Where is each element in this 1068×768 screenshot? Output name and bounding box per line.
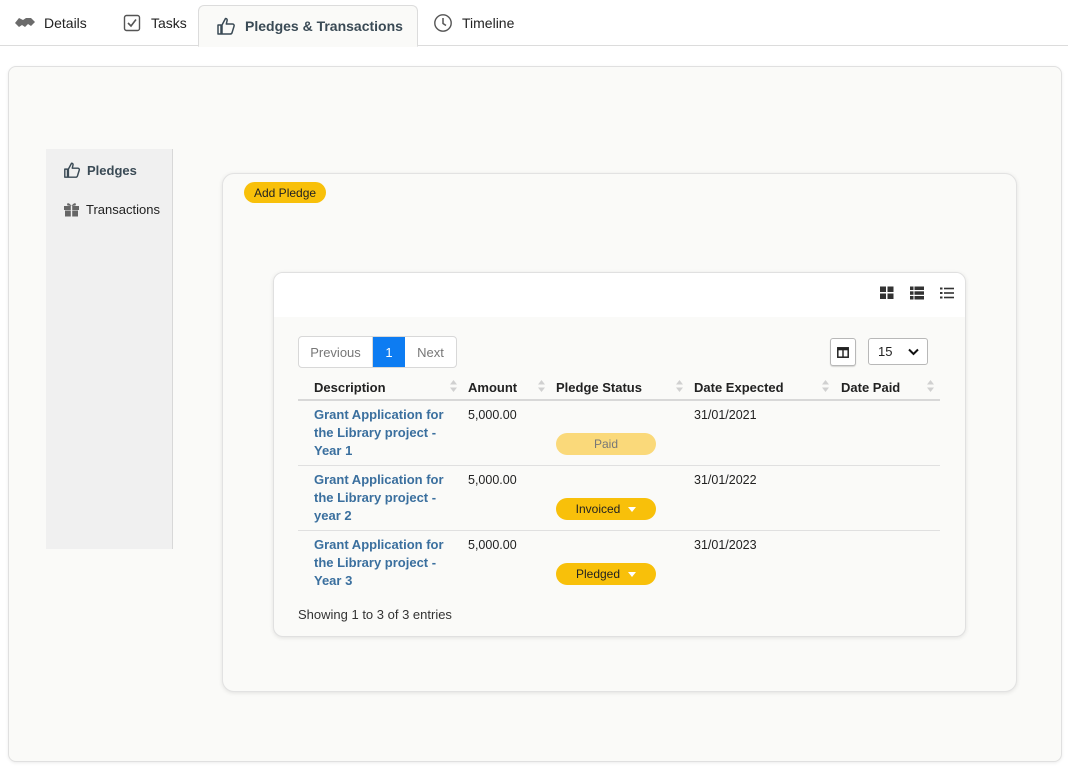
date-expected: 31/01/2023 bbox=[694, 538, 757, 552]
sort-icon bbox=[449, 378, 458, 394]
date-expected: 31/01/2021 bbox=[694, 408, 757, 422]
status-label: Pledged bbox=[575, 567, 621, 581]
column-header-pledge-status[interactable]: Pledge Status bbox=[556, 377, 642, 397]
table-header-divider bbox=[298, 399, 940, 401]
clock-icon bbox=[432, 12, 454, 34]
sidebar-item-transactions[interactable]: Transactions bbox=[63, 201, 160, 217]
tab-label: Tasks bbox=[151, 15, 187, 31]
add-pledge-button[interactable]: Add Pledge bbox=[244, 182, 327, 203]
column-header-description[interactable]: Description bbox=[314, 377, 386, 397]
pledge-description-link[interactable]: Grant Application for the Library projec… bbox=[314, 471, 454, 525]
thumbs-up-icon bbox=[215, 15, 237, 37]
pledge-amount: 5,000.00 bbox=[468, 408, 517, 422]
table-card-header bbox=[274, 273, 965, 317]
tab-timeline[interactable]: Timeline bbox=[432, 0, 514, 46]
tab-label: Pledges & Transactions bbox=[245, 18, 403, 34]
next-page-button[interactable]: Next bbox=[405, 337, 456, 367]
pledge-amount: 5,000.00 bbox=[468, 473, 517, 487]
sort-icon bbox=[821, 378, 830, 394]
list-detail-view-icon[interactable] bbox=[909, 285, 925, 301]
sidebar-item-label: Transactions bbox=[86, 201, 160, 217]
date-expected: 31/01/2022 bbox=[694, 473, 757, 487]
sidebar-item-label: Pledges bbox=[87, 162, 137, 178]
pledge-amount: 5,000.00 bbox=[468, 538, 517, 552]
column-header-amount[interactable]: Amount bbox=[468, 377, 517, 397]
tab-bar: Details Tasks Pledges & Transactions Tim… bbox=[0, 0, 1068, 47]
sort-icon bbox=[926, 378, 935, 394]
pagination: Previous 1 Next bbox=[298, 336, 457, 368]
caret-down-icon bbox=[628, 506, 637, 512]
caret-down-icon bbox=[628, 571, 637, 577]
chevron-down-icon bbox=[908, 348, 919, 356]
column-header-date-paid[interactable]: Date Paid bbox=[841, 377, 900, 397]
sidebar-item-pledges[interactable]: Pledges bbox=[63, 161, 137, 179]
tab-tasks[interactable]: Tasks bbox=[121, 0, 187, 46]
row-divider bbox=[298, 465, 940, 466]
handshake-icon bbox=[14, 12, 36, 34]
status-badge: Paid bbox=[556, 433, 656, 455]
status-dropdown[interactable]: Pledged bbox=[556, 563, 656, 585]
row-divider bbox=[298, 530, 940, 531]
status-label: Paid bbox=[593, 437, 619, 451]
pledge-description-link[interactable]: Grant Application for the Library projec… bbox=[314, 536, 454, 590]
table-info-text: Showing 1 to 3 of 3 entries bbox=[298, 607, 452, 622]
page-size-value: 15 bbox=[878, 344, 893, 359]
tab-details[interactable]: Details bbox=[14, 0, 87, 46]
column-header-date-expected[interactable]: Date Expected bbox=[694, 377, 784, 397]
column-visibility-button[interactable] bbox=[830, 338, 856, 366]
thumbs-up-icon bbox=[63, 161, 81, 179]
list-view-icon[interactable] bbox=[939, 285, 955, 301]
previous-page-button[interactable]: Previous bbox=[299, 337, 373, 367]
gift-icon bbox=[63, 201, 80, 217]
columns-icon bbox=[837, 346, 849, 358]
checkbox-icon bbox=[121, 12, 143, 34]
tab-label: Timeline bbox=[462, 15, 515, 31]
grid-view-icon[interactable] bbox=[879, 285, 895, 301]
tab-label: Details bbox=[44, 15, 87, 31]
status-label: Invoiced bbox=[575, 502, 621, 516]
sidebar: Pledges Transactions bbox=[46, 149, 173, 549]
page-size-select[interactable]: 15 bbox=[868, 338, 928, 365]
pledge-description-link[interactable]: Grant Application for the Library projec… bbox=[314, 406, 454, 460]
page-1-button[interactable]: 1 bbox=[373, 337, 405, 367]
sort-icon bbox=[537, 378, 546, 394]
status-dropdown[interactable]: Invoiced bbox=[556, 498, 656, 520]
sort-icon bbox=[675, 378, 684, 394]
tab-pledges-transactions[interactable]: Pledges & Transactions bbox=[198, 5, 418, 47]
